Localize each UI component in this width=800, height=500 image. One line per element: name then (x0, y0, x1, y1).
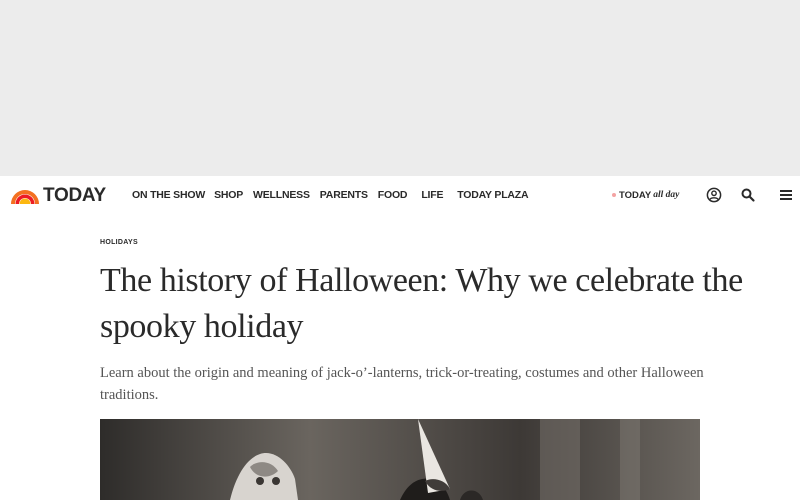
today-all-day-script: all day (653, 190, 680, 200)
primary-nav: ON THE SHOW SHOP WELLNESS PARENTS FOOD L… (132, 187, 529, 203)
nav-item-on-the-show[interactable]: ON THE SHOW (132, 189, 205, 201)
rainbow-logo-icon (11, 190, 39, 204)
article-category[interactable]: HOLIDAYS (100, 239, 138, 246)
article-dek: Learn about the origin and meaning of ja… (100, 365, 704, 403)
article-headline: The history of Halloween: Why we celebra… (100, 262, 743, 345)
today-all-day-link[interactable]: TODAY all day (612, 188, 679, 202)
user-circle-icon[interactable] (706, 187, 722, 203)
logo-wordmark: TODAY (43, 185, 106, 206)
nav-item-life[interactable]: LIFE (421, 189, 443, 201)
search-icon[interactable] (740, 187, 756, 203)
nav-item-shop[interactable]: SHOP (214, 189, 243, 201)
rainbow-dot-icon (612, 193, 616, 197)
nav-item-wellness[interactable]: WELLNESS (253, 189, 310, 201)
today-all-day-main: TODAY (619, 189, 652, 201)
site-header: TODAY ON THE SHOW SHOP WELLNESS PARENTS … (0, 176, 800, 214)
today-logo[interactable]: TODAY (10, 185, 106, 207)
hamburger-menu-icon[interactable] (778, 187, 794, 203)
hero-image (100, 419, 700, 500)
advertisement-slot (0, 0, 800, 176)
nav-item-food[interactable]: FOOD (378, 189, 408, 201)
nav-item-today-plaza[interactable]: TODAY PLAZA (457, 189, 528, 201)
nav-item-parents[interactable]: PARENTS (320, 189, 368, 201)
